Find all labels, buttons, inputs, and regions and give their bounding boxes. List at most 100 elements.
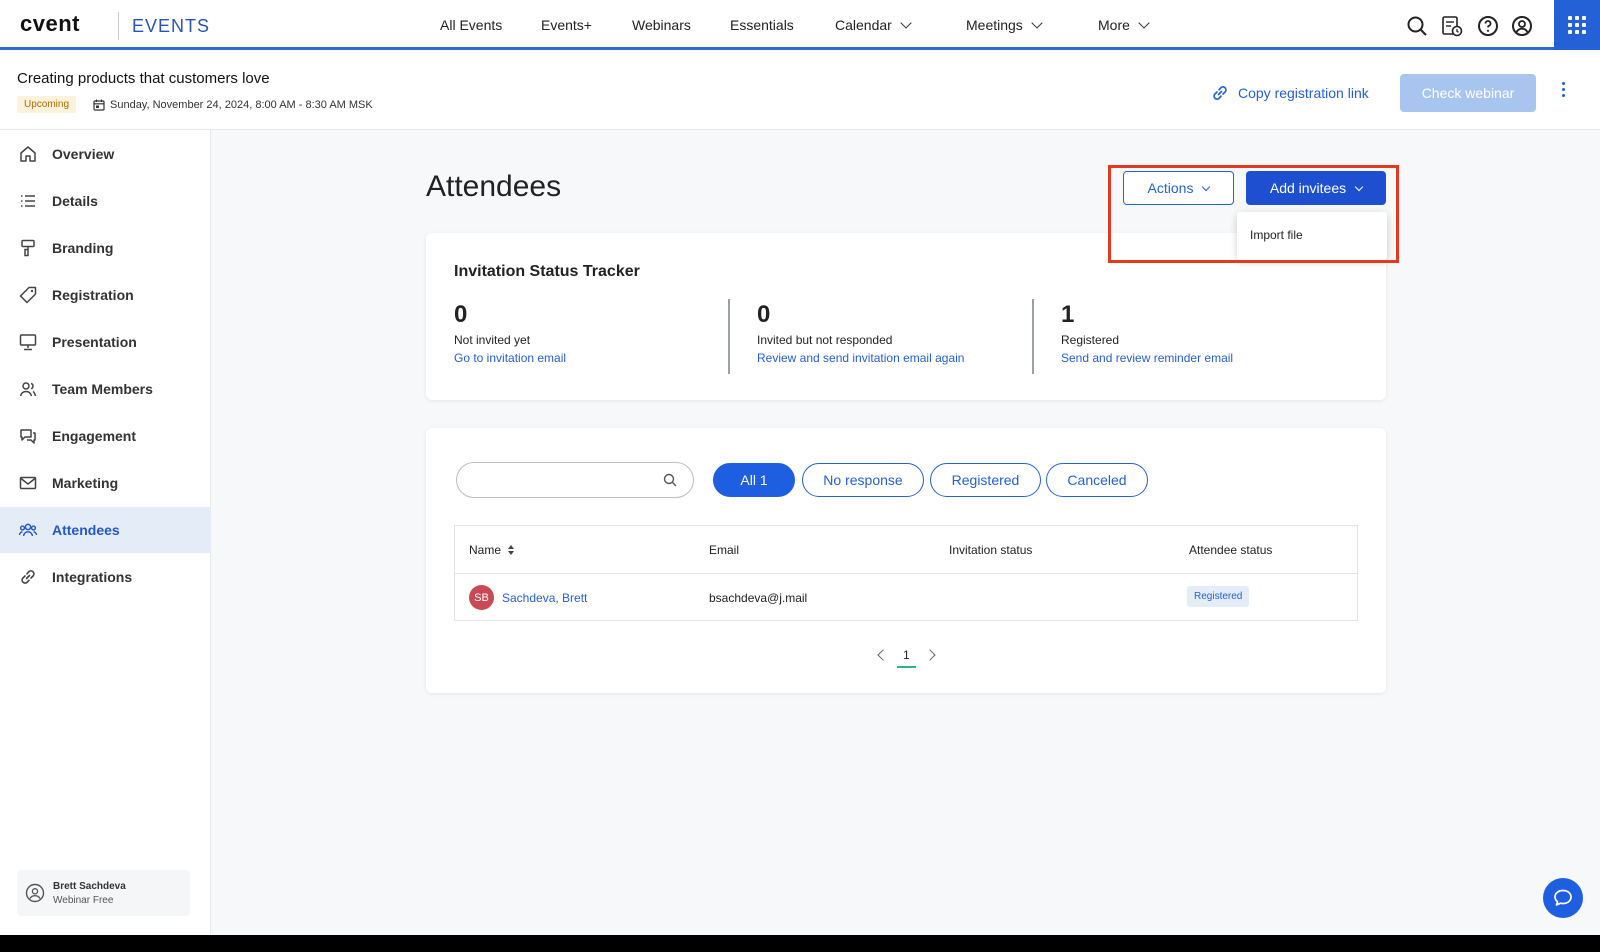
table-header: Name Email Invitation status Attendee st…	[455, 526, 1357, 574]
more-options-icon[interactable]	[1562, 82, 1565, 97]
sidebar: Overview Details Branding Registration P…	[0, 130, 211, 935]
tracker-title: Invitation Status Tracker	[454, 263, 640, 280]
sidebar-item-branding[interactable]: Branding	[0, 225, 211, 271]
attendees-table-card: All 1 No response Registered Canceled Na…	[426, 428, 1386, 693]
nav-label: Essentials	[730, 17, 794, 33]
import-file-menu-item[interactable]: Import file	[1250, 228, 1303, 242]
column-name[interactable]: Name	[469, 543, 515, 557]
link-icon	[21, 570, 35, 584]
presentation-icon	[19, 334, 37, 351]
attendee-status-badge: Registered	[1187, 586, 1250, 607]
cvent-logo[interactable]: cvent	[20, 11, 80, 37]
table-row[interactable]: SB Sachdeva, Brett bsachdeva@j.mail Regi…	[455, 574, 1357, 620]
divider	[728, 299, 730, 374]
filter-all[interactable]: All 1	[713, 463, 795, 497]
user-account-card[interactable]: Brett Sachdeva Webinar Free	[17, 870, 190, 916]
filter-registered[interactable]: Registered	[930, 463, 1041, 497]
stat-value: 0	[757, 301, 771, 328]
go-to-invitation-email-link[interactable]: Go to invitation email	[454, 351, 566, 365]
sidebar-item-label: Details	[52, 193, 98, 209]
sidebar-item-label: Integrations	[52, 569, 133, 585]
nav-meetings[interactable]: Meetings	[966, 17, 1043, 33]
nav-essentials[interactable]: Essentials	[730, 17, 794, 33]
filter-no-response[interactable]: No response	[802, 463, 924, 497]
search-icon[interactable]	[1405, 14, 1429, 38]
link-icon	[1213, 86, 1227, 100]
chevron-left-icon[interactable]	[877, 649, 889, 661]
add-invitees-dropdown: Import file	[1237, 212, 1387, 260]
sort-icon[interactable]	[507, 544, 515, 556]
sidebar-item-label: Marketing	[52, 475, 119, 491]
attendee-email: bsachdeva@j.mail	[709, 591, 808, 605]
sidebar-item-marketing[interactable]: Marketing	[0, 460, 211, 506]
column-email: Email	[709, 543, 740, 557]
filter-canceled[interactable]: Canceled	[1046, 463, 1148, 497]
actions-label: Actions	[1147, 180, 1194, 196]
sidebar-item-label: Overview	[52, 146, 115, 162]
user-icon	[25, 883, 45, 903]
sidebar-item-integrations[interactable]: Integrations	[0, 554, 211, 600]
pagination: 1	[877, 648, 936, 668]
actions-button[interactable]: Actions	[1123, 171, 1234, 205]
nav-more[interactable]: More	[1098, 17, 1150, 33]
page-title: Attendees	[426, 170, 562, 203]
nav-label: Webinars	[632, 17, 691, 33]
nav-events-plus[interactable]: Events+	[541, 17, 592, 33]
chat-support-button[interactable]	[1543, 878, 1583, 918]
reminder-email-link[interactable]: Send and review reminder email	[1061, 351, 1233, 365]
attendees-table: Name Email Invitation status Attendee st…	[454, 525, 1358, 621]
search-icon[interactable]	[663, 473, 677, 487]
chevron-down-icon	[1138, 17, 1150, 29]
attendee-name-link[interactable]: Sachdeva, Brett	[502, 591, 587, 605]
logo-divider	[118, 12, 119, 40]
sidebar-item-label: Registration	[52, 287, 134, 303]
people-icon	[19, 382, 37, 397]
copy-registration-link[interactable]: Copy registration link	[1210, 83, 1369, 103]
event-date: Sunday, November 24, 2024, 8:00 AM - 8:3…	[93, 99, 373, 111]
product-name[interactable]: EVENTS	[132, 16, 210, 37]
divider	[1032, 299, 1034, 374]
list-icon	[21, 195, 35, 207]
user-name: Brett Sachdeva	[53, 880, 126, 892]
chevron-right-icon[interactable]	[924, 649, 936, 661]
sidebar-item-team-members[interactable]: Team Members	[0, 366, 211, 412]
nav-label: Meetings	[966, 17, 1023, 33]
stat-label: Registered	[1061, 333, 1120, 347]
nav-all-events[interactable]: All Events	[440, 17, 502, 33]
chevron-down-icon	[1202, 182, 1211, 191]
sidebar-item-label: Presentation	[52, 334, 137, 350]
user-info: Brett Sachdeva Webinar Free	[53, 881, 126, 906]
sidebar-item-details[interactable]: Details	[0, 178, 211, 224]
nav-webinars[interactable]: Webinars	[632, 17, 691, 33]
sidebar-item-overview[interactable]: Overview	[0, 131, 211, 177]
calendar-icon	[93, 99, 105, 111]
column-invitation-status: Invitation status	[949, 543, 1033, 557]
stat-invited-not-responded: 0 Invited but not responded Review and s…	[757, 301, 964, 365]
nav-calendar[interactable]: Calendar	[835, 17, 912, 33]
page-number[interactable]: 1	[897, 648, 916, 668]
sidebar-item-presentation[interactable]: Presentation	[0, 319, 211, 365]
sidebar-item-label: Team Members	[52, 381, 153, 397]
nav-label: Calendar	[835, 17, 892, 33]
check-webinar-button[interactable]: Check webinar	[1400, 74, 1536, 112]
account-icon[interactable]	[1510, 14, 1534, 38]
chevron-down-icon	[1031, 17, 1043, 29]
sidebar-item-registration[interactable]: Registration	[0, 272, 211, 318]
sidebar-item-engagement[interactable]: Engagement	[0, 413, 211, 459]
resend-invitation-link[interactable]: Review and send invitation email again	[757, 351, 964, 365]
event-title: Creating products that customers love	[17, 70, 270, 87]
search-input[interactable]	[471, 463, 661, 497]
app-switcher-button[interactable]	[1554, 0, 1600, 50]
search-field[interactable]	[456, 462, 694, 498]
home-icon	[20, 146, 36, 162]
status-badge: Upcoming	[17, 96, 77, 113]
nav-label: All Events	[440, 17, 503, 33]
add-invitees-button[interactable]: Add invitees	[1246, 171, 1386, 205]
sidebar-item-attendees[interactable]: Attendees	[0, 507, 211, 553]
sidebar-item-label: Attendees	[52, 522, 120, 538]
calendar-document-icon[interactable]	[1440, 14, 1464, 38]
chevron-down-icon	[900, 17, 912, 29]
top-navigation-bar: cvent EVENTS All Events Events+ Webinars…	[0, 0, 1600, 50]
help-icon[interactable]	[1476, 14, 1500, 38]
user-plan: Webinar Free	[53, 894, 114, 906]
